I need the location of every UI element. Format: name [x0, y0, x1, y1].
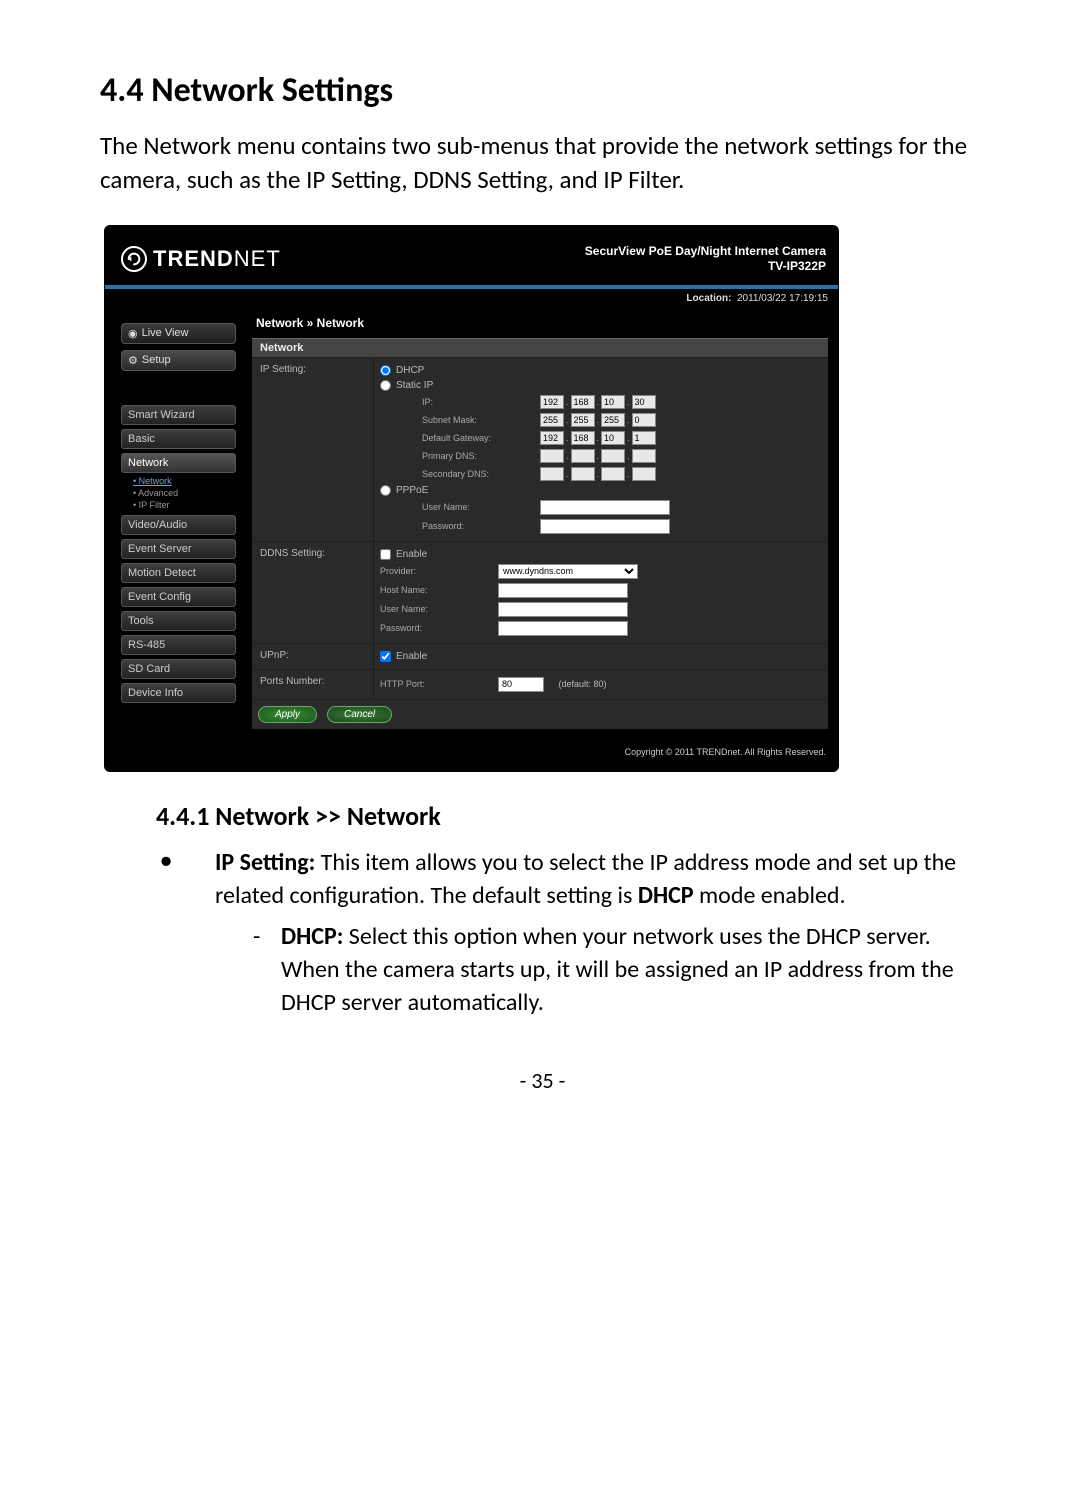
- pppoe-password-input[interactable]: [540, 519, 670, 534]
- subnet-octet-1[interactable]: [540, 413, 564, 427]
- ddns-password-input[interactable]: [498, 621, 628, 636]
- sidebar-item-event-server[interactable]: Event Server: [121, 539, 236, 559]
- label-provider: Provider:: [380, 566, 492, 576]
- pdns-1[interactable]: [540, 449, 564, 463]
- label-primary-dns: Primary DNS:: [422, 451, 534, 461]
- sidebar-item-tools[interactable]: Tools: [121, 611, 236, 631]
- location-bar: Location: 2011/03/22 17:19:15: [105, 289, 838, 309]
- sidebar-sub-network[interactable]: • Network: [111, 475, 246, 487]
- section-heading: 4.4 Network Settings: [100, 70, 985, 111]
- label-ports-number: Ports Number:: [252, 670, 374, 699]
- sidebar-item-basic[interactable]: Basic: [121, 429, 236, 449]
- ddns-enable-input[interactable]: [380, 549, 391, 560]
- sdns-4[interactable]: [632, 467, 656, 481]
- ip-input-group: . . .: [540, 395, 656, 409]
- sdns-3[interactable]: [601, 467, 625, 481]
- subnet-octet-2[interactable]: [571, 413, 595, 427]
- label-ip: IP:: [422, 397, 534, 407]
- sidebar-item-sd-card[interactable]: SD Card: [121, 659, 236, 679]
- product-model: TV-IP322P: [585, 259, 826, 275]
- gw-octet-1[interactable]: [540, 431, 564, 445]
- sidebar-item-video-audio[interactable]: Video/Audio: [121, 515, 236, 535]
- brand-logo-icon: [121, 246, 147, 272]
- label-http-port: HTTP Port:: [380, 679, 492, 689]
- sidebar-item-smart-wizard[interactable]: Smart Wizard: [121, 405, 236, 425]
- eye-icon: ◉: [128, 327, 138, 340]
- upnp-enable-input[interactable]: [380, 651, 391, 662]
- label-secondary-dns: Secondary DNS:: [422, 469, 534, 479]
- http-port-default-hint: (default: 80): [559, 679, 607, 689]
- radio-dhcp[interactable]: DHCP: [380, 363, 822, 378]
- gear-icon: ⚙: [128, 354, 138, 367]
- subsection-heading: 4.4.1 Network >> Network: [156, 800, 985, 832]
- sidebar-item-network[interactable]: Network: [121, 453, 236, 473]
- ip-octet-1[interactable]: [540, 395, 564, 409]
- intro-paragraph: The Network menu contains two sub-menus …: [100, 129, 985, 197]
- ddns-username-input[interactable]: [498, 602, 628, 617]
- cancel-button[interactable]: Cancel: [327, 706, 392, 723]
- copyright-text: Copyright © 2011 TRENDnet. All Rights Re…: [105, 729, 838, 761]
- nav-live-view[interactable]: ◉ Live View: [121, 323, 236, 344]
- sidebar-item-device-info[interactable]: Device Info: [121, 683, 236, 703]
- brand-logo-block: TRENDNET: [121, 246, 281, 272]
- sidebar-item-motion-detect[interactable]: Motion Detect: [121, 563, 236, 583]
- label-pppoe-pass: Password:: [422, 521, 534, 531]
- sidebar-sub-advanced[interactable]: • Advanced: [111, 487, 246, 499]
- label-pppoe-user: User Name:: [422, 502, 534, 512]
- nav-setup[interactable]: ⚙ Setup: [121, 350, 236, 371]
- radio-static-input[interactable]: [380, 380, 391, 391]
- label-gateway: Default Gateway:: [422, 433, 534, 443]
- provider-select[interactable]: www.dyndns.com: [498, 564, 638, 579]
- gw-octet-4[interactable]: [632, 431, 656, 445]
- brand-name: TRENDNET: [153, 246, 281, 272]
- sidebar-item-rs485[interactable]: RS-485: [121, 635, 236, 655]
- label-host-name: Host Name:: [380, 585, 492, 595]
- pdns-3[interactable]: [601, 449, 625, 463]
- checkbox-ddns-enable[interactable]: Enable: [380, 547, 822, 562]
- radio-pppoe[interactable]: PPPoE: [380, 483, 822, 498]
- radio-dhcp-input[interactable]: [380, 365, 391, 376]
- bullet-ip-setting: IP Setting: This item allows you to sele…: [160, 846, 985, 1020]
- ip-octet-3[interactable]: [601, 395, 625, 409]
- label-ddns-setting: DDNS Setting:: [252, 542, 374, 643]
- sdns-2[interactable]: [571, 467, 595, 481]
- page-number: - 35 -: [100, 1067, 985, 1094]
- gw-octet-2[interactable]: [571, 431, 595, 445]
- sdns-1[interactable]: [540, 467, 564, 481]
- label-ddns-pass: Password:: [380, 623, 492, 633]
- sidebar-item-event-config[interactable]: Event Config: [121, 587, 236, 607]
- checkbox-upnp-enable[interactable]: Enable: [380, 649, 822, 664]
- product-title: SecurView PoE Day/Night Internet Camera: [585, 244, 826, 258]
- label-upnp: UPnP:: [252, 644, 374, 669]
- dash-dhcp: DHCP: Select this option when your netwo…: [253, 920, 985, 1019]
- host-name-input[interactable]: [498, 583, 628, 598]
- radio-pppoe-input[interactable]: [380, 485, 391, 496]
- pdns-4[interactable]: [632, 449, 656, 463]
- subnet-octet-4[interactable]: [632, 413, 656, 427]
- apply-button[interactable]: Apply: [258, 706, 317, 723]
- camera-admin-screenshot: TRENDNET SecurView PoE Day/Night Interne…: [104, 225, 839, 772]
- sidebar-sub-ip-filter[interactable]: • IP Filter: [111, 499, 246, 511]
- label-ip-setting: IP Setting:: [252, 358, 374, 541]
- subnet-octet-3[interactable]: [601, 413, 625, 427]
- panel-header-network: Network: [252, 338, 828, 358]
- breadcrumb: Network » Network: [252, 313, 828, 338]
- gw-octet-3[interactable]: [601, 431, 625, 445]
- ip-octet-2[interactable]: [571, 395, 595, 409]
- sidebar: ◉ Live View ⚙ Setup Smart Wizard Basic N…: [111, 309, 246, 729]
- pppoe-username-input[interactable]: [540, 500, 670, 515]
- ip-octet-4[interactable]: [632, 395, 656, 409]
- label-ddns-user: User Name:: [380, 604, 492, 614]
- radio-static-ip[interactable]: Static IP: [380, 378, 822, 393]
- label-subnet: Subnet Mask:: [422, 415, 534, 425]
- http-port-input[interactable]: [498, 677, 544, 692]
- pdns-2[interactable]: [571, 449, 595, 463]
